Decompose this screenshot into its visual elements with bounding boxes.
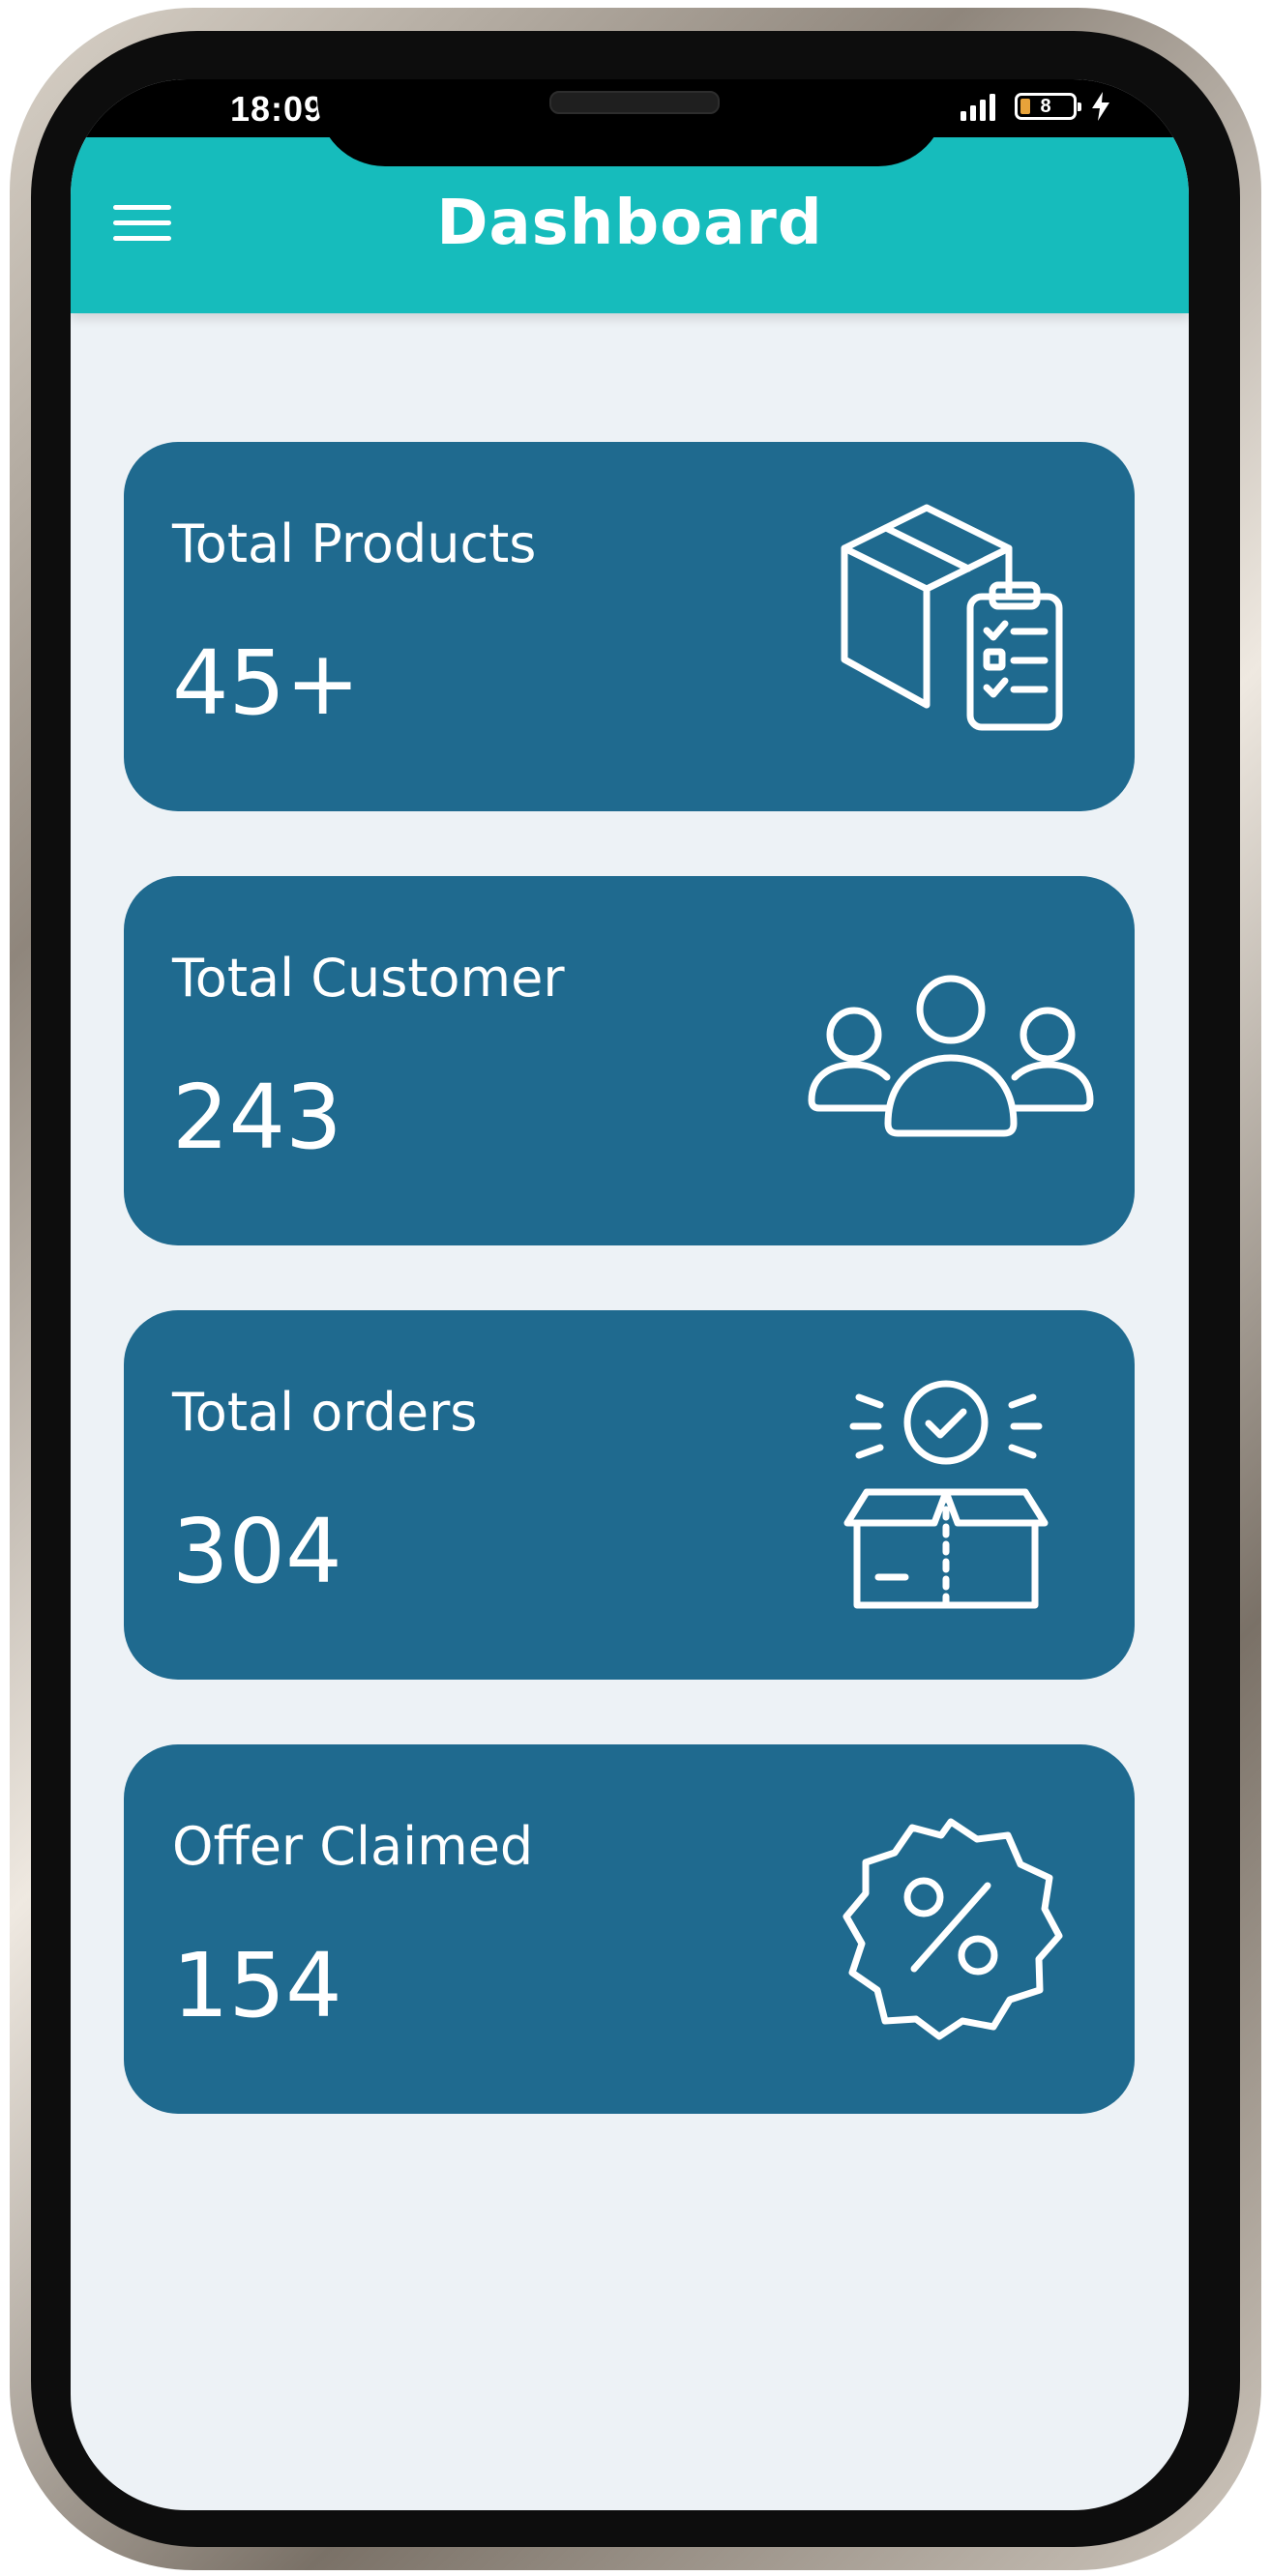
- status-time: 18:09: [230, 89, 325, 129]
- screen: 18:09 8 Dashboard Total Products 45+ Tot…: [71, 79, 1189, 2510]
- stat-card-value: 243: [172, 1066, 342, 1169]
- stat-card-value: 154: [172, 1934, 342, 2037]
- customers-group-icon: [808, 975, 1094, 1137]
- stat-card-value: 45+: [172, 631, 361, 735]
- stat-card-label: Offer Claimed: [172, 1816, 534, 1877]
- stat-card-value: 304: [172, 1500, 342, 1603]
- stat-card-label: Total orders: [172, 1382, 478, 1443]
- signal-icon: [961, 94, 995, 121]
- stat-card-products[interactable]: Total Products 45+: [124, 442, 1135, 811]
- order-box-check-icon: [843, 1380, 1049, 1609]
- battery-level: 8: [1040, 96, 1051, 117]
- discount-badge-icon: [842, 1818, 1063, 2040]
- stat-card-orders[interactable]: Total orders 304: [124, 1310, 1135, 1680]
- stat-card-label: Total Customer: [172, 948, 565, 1009]
- page-title: Dashboard: [436, 188, 823, 259]
- stat-card-customers[interactable]: Total Customer 243: [124, 876, 1135, 1245]
- speaker-grille: [549, 91, 720, 114]
- stat-card-label: Total Products: [172, 513, 537, 574]
- battery-icon: 8: [1015, 93, 1081, 120]
- status-icons: 8: [959, 91, 1111, 122]
- charging-bolt-icon: [1092, 92, 1109, 121]
- product-box-checklist-icon: [841, 504, 1063, 731]
- camera-notch: [317, 79, 946, 166]
- stat-card-offers[interactable]: Offer Claimed 154: [124, 1744, 1135, 2114]
